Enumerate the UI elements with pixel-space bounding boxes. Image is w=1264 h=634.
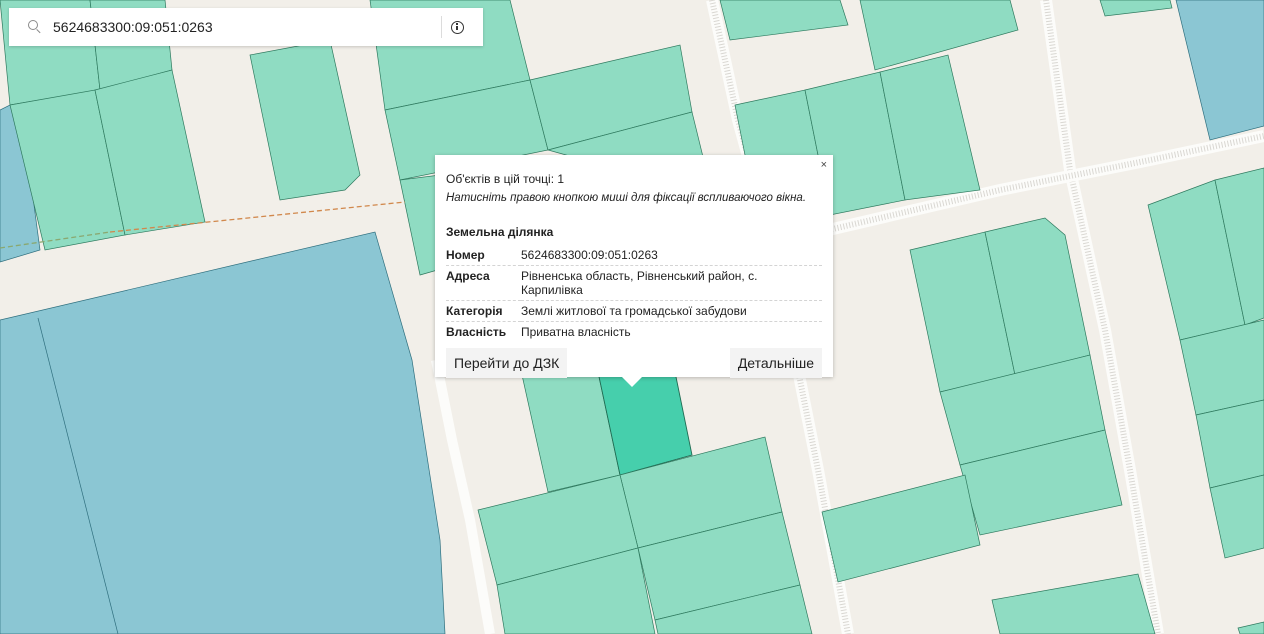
- attribute-row: Власність Приватна власність: [446, 322, 822, 343]
- attribute-row: Адреса Рівненська область, Рівненський р…: [446, 265, 822, 301]
- popup-pointer: [622, 377, 642, 387]
- attribute-value: Землі житлової та громадської забудови: [521, 300, 822, 322]
- close-icon[interactable]: ×: [821, 159, 827, 171]
- attribute-key: Категорія: [446, 300, 521, 322]
- attribute-value: 5624683300:09:051:0263: [521, 245, 822, 266]
- attribute-key: Власність: [446, 325, 507, 339]
- parcel[interactable]: [1237, 621, 1264, 634]
- search-separator: [441, 16, 442, 38]
- parcel[interactable]: [1195, 399, 1264, 489]
- info-icon[interactable]: [451, 20, 464, 34]
- popup-heading: Земельна ділянка: [446, 225, 554, 239]
- details-button[interactable]: Детальніше: [729, 348, 822, 378]
- attribute-key: Номер: [446, 245, 521, 266]
- attribute-row: Категорія Землі житлової та громадської …: [446, 300, 822, 322]
- popup-actions: Перейти до ДЗК Детальніше: [446, 348, 822, 378]
- parcel[interactable]: [719, 0, 849, 41]
- parcel[interactable]: [0, 231, 446, 634]
- attribute-value: Рівненська область, Рівненський район, с…: [521, 265, 822, 301]
- go-to-dzk-button[interactable]: Перейти до ДЗК: [446, 348, 568, 378]
- attribute-table: Номер 5624683300:09:051:0263 Адреса Рівн…: [446, 245, 822, 342]
- search-bar: [9, 8, 483, 46]
- attribute-row: Номер 5624683300:09:051:0263: [446, 245, 822, 266]
- popup-hint: Натисніть правою кнопкою миші для фіксац…: [446, 192, 807, 204]
- parcel-info-popup: × Об'єктів в цій точці: 1 Натисніть прав…: [435, 155, 833, 387]
- search-icon[interactable]: [27, 19, 43, 35]
- parcel[interactable]: [1175, 0, 1264, 141]
- attribute-value: Приватна власність: [521, 325, 631, 339]
- parcel[interactable]: [249, 39, 361, 201]
- parcel[interactable]: [1209, 474, 1264, 559]
- parcel[interactable]: [1099, 0, 1173, 17]
- search-input[interactable]: [53, 12, 435, 42]
- parcel[interactable]: [991, 573, 1156, 634]
- parcel[interactable]: [821, 474, 981, 583]
- objects-count: Об'єктів в цій точці: 1: [446, 172, 565, 186]
- attribute-key: Адреса: [446, 265, 521, 301]
